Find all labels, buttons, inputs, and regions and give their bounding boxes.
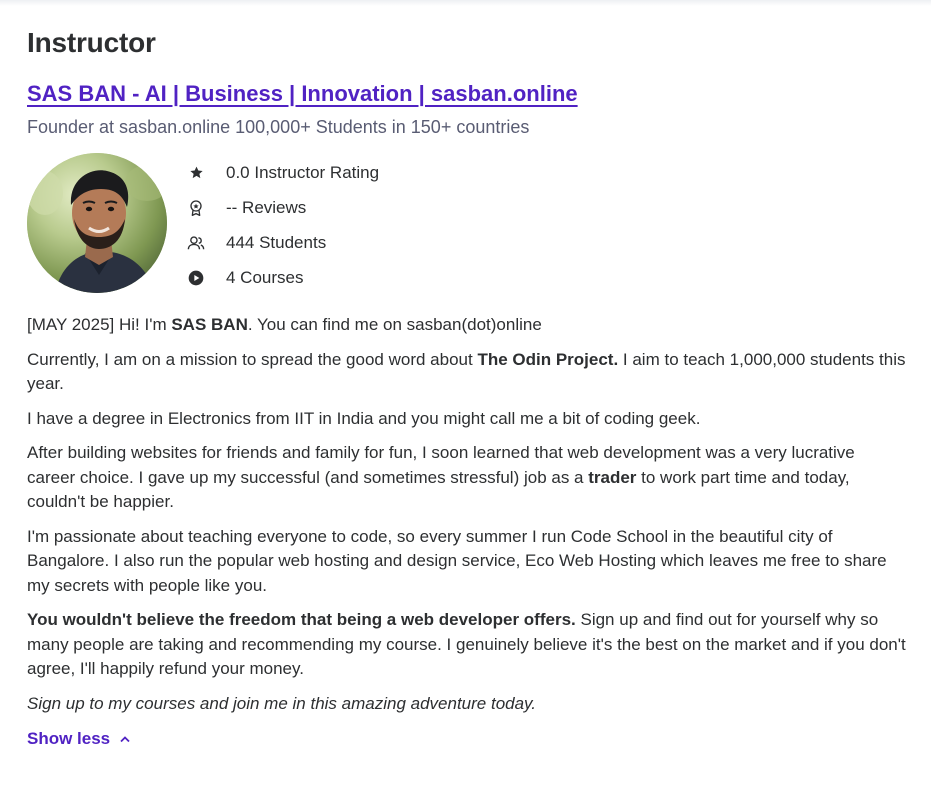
avatar-portrait — [27, 153, 167, 293]
star-icon — [187, 164, 205, 182]
show-less-button[interactable]: Show less — [27, 729, 131, 749]
instructor-headline: Founder at sasban.online 100,000+ Studen… — [27, 117, 530, 137]
instructor-avatar[interactable] — [27, 153, 167, 293]
stat-students: 444 Students — [187, 225, 487, 260]
users-icon — [187, 234, 205, 252]
award-ribbon-icon — [187, 199, 205, 217]
stat-reviews: -- Reviews — [187, 190, 487, 225]
bio-paragraph: I have a degree in Electronics from IIT … — [27, 408, 701, 428]
instructor-stats: 0.0 Instructor Rating -- Reviews 444 Stu… — [187, 155, 487, 295]
bio-paragraph: You wouldn't believe the freedom that be… — [27, 610, 906, 678]
instructor-bio: [MAY 2025] Hi! I'm SAS BAN. You can find… — [27, 313, 907, 726]
show-less-label: Show less — [27, 729, 111, 748]
play-circle-icon — [187, 269, 205, 287]
stat-rating: 0.0 Instructor Rating — [187, 155, 487, 190]
instructor-name-link[interactable]: SAS BAN - AI | Business | Innovation | s… — [27, 81, 578, 107]
bio-paragraph: Sign up to my courses and join me in thi… — [27, 693, 537, 713]
bio-paragraph: After building websites for friends and … — [27, 443, 855, 511]
stat-label: 444 Students — [226, 232, 327, 252]
stat-courses: 4 Courses — [187, 260, 487, 295]
chevron-up-icon — [119, 735, 131, 743]
top-divider-shadow — [0, 0, 931, 6]
bio-paragraph: I'm passionate about teaching everyone t… — [27, 526, 887, 595]
stat-label: -- Reviews — [226, 197, 307, 217]
bio-paragraph: Currently, I am on a mission to spread t… — [27, 349, 906, 394]
bio-paragraph: [MAY 2025] Hi! I'm SAS BAN. You can find… — [27, 315, 542, 334]
stat-label: 0.0 Instructor Rating — [226, 162, 380, 182]
stat-label: 4 Courses — [226, 267, 304, 287]
section-title: Instructor — [27, 27, 156, 58]
